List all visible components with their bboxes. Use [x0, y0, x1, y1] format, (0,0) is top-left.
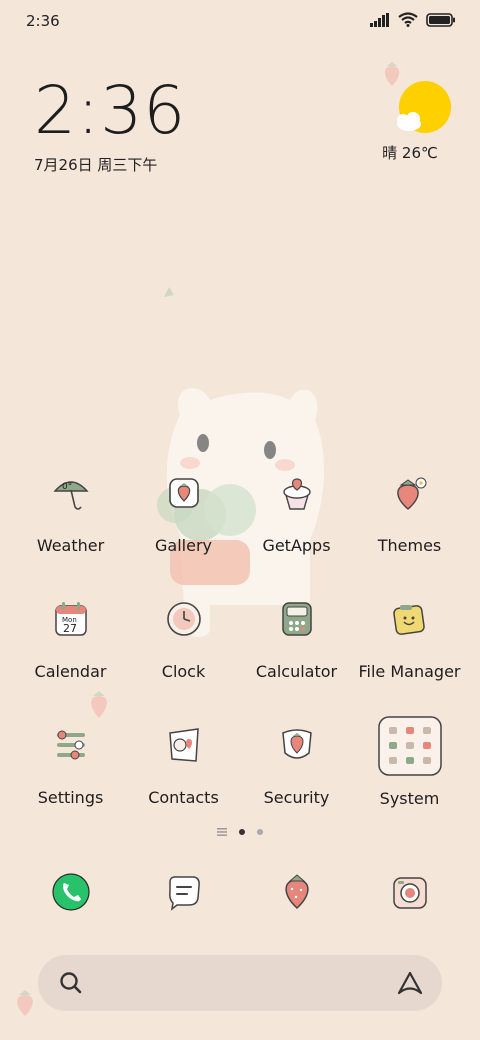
app-settings[interactable]: Settings [14, 722, 127, 807]
app-label: File Manager [358, 662, 461, 681]
battery-icon [426, 12, 455, 27]
status-bar: 2:36 [0, 0, 480, 42]
app-label: Themes [377, 536, 442, 555]
cupcake-icon [274, 470, 320, 516]
gallery-icon [161, 470, 207, 516]
clock-widget[interactable]: 2:36 7月26日 周三下午 [34, 78, 186, 175]
page-dot[interactable] [257, 829, 263, 835]
app-clock[interactable]: Clock [127, 596, 240, 681]
app-security[interactable]: Security [240, 722, 353, 807]
app-label: Weather [36, 536, 105, 555]
camera-icon [392, 877, 427, 909]
page-indicator[interactable] [0, 828, 480, 836]
file-manager-icon [387, 596, 433, 642]
dock-browser[interactable] [240, 872, 353, 912]
app-label: Settings [37, 788, 104, 807]
status-icons [370, 12, 456, 27]
weather-widget[interactable]: 晴 26℃ [370, 80, 451, 163]
clock-icon [161, 596, 207, 642]
dock-messages[interactable] [127, 872, 240, 912]
background-strawberry-decoration [91, 691, 107, 718]
app-label: Contacts [148, 788, 219, 807]
calculator-icon [274, 596, 320, 642]
umbrella-icon: 0° [48, 470, 94, 516]
security-icon [274, 722, 320, 768]
calendar-icon: Mon 27 [48, 596, 94, 642]
list-pages-icon[interactable] [217, 828, 227, 836]
status-time: 2:36 [26, 12, 60, 30]
app-gallery[interactable]: Gallery [127, 470, 240, 555]
settings-icon [48, 722, 94, 768]
app-calculator[interactable]: Calculator [240, 596, 353, 681]
contacts-icon [161, 722, 207, 768]
svg-text:0°: 0° [62, 482, 72, 492]
app-label: Gallery [155, 536, 212, 555]
app-themes[interactable]: Themes [353, 470, 466, 555]
background-leaf-decoration [164, 287, 174, 297]
svg-text:27: 27 [63, 622, 77, 635]
app-label: System [379, 789, 440, 808]
widget-date: 7月26日 周三下午 [34, 156, 158, 174]
signal-icon [370, 12, 389, 27]
search-icon[interactable] [58, 970, 84, 996]
app-file-manager[interactable]: File Manager [353, 596, 466, 681]
app-contacts[interactable]: Contacts [127, 722, 240, 807]
background-strawberry-decoration [17, 990, 33, 1016]
page-dot-current[interactable] [239, 829, 245, 835]
search-bar[interactable] [38, 955, 442, 1011]
wifi-icon [398, 12, 418, 27]
strawberry-icon [387, 470, 433, 516]
app-label: Clock [161, 662, 206, 681]
app-weather[interactable]: 0° Weather [14, 470, 127, 555]
app-getapps[interactable]: GetApps [240, 470, 353, 555]
browser-icon [284, 874, 309, 910]
app-label: Calendar [34, 662, 107, 681]
messages-icon [168, 876, 200, 911]
app-calendar[interactable]: Mon 27 Calendar [14, 596, 127, 681]
app-label: Security [263, 788, 330, 807]
app-label: GetApps [262, 536, 331, 555]
dock-camera[interactable] [353, 872, 466, 912]
weather-condition-temp: 晴 26℃ [382, 144, 438, 162]
assistant-icon[interactable] [396, 970, 424, 996]
folder-icon [377, 715, 443, 777]
phone-icon [51, 873, 90, 911]
app-system[interactable]: System [353, 715, 466, 808]
app-label: Calculator [255, 662, 338, 681]
sun-with-cloud-icon [397, 81, 451, 133]
widget-time: 2:36 [34, 72, 187, 149]
dock-phone[interactable] [14, 872, 127, 912]
